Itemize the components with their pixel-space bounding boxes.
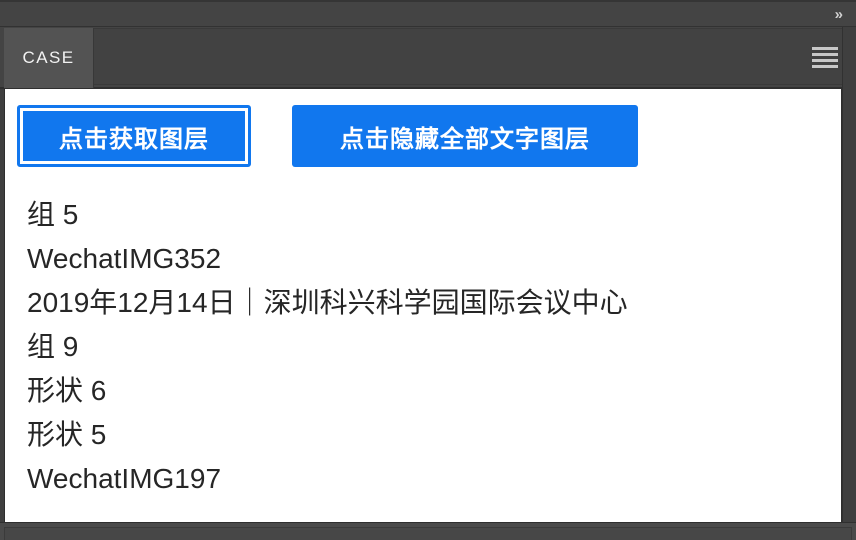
bottom-bar-inner [4,527,852,540]
tab-case[interactable]: CASE [4,28,94,88]
hamburger-line [812,52,838,56]
hamburger-line [812,58,838,62]
panel-content-area: 点击获取图层 点击隐藏全部文字图层 组 5 WechatIMG352 2019年… [4,89,842,522]
tab-case-label: CASE [22,48,75,67]
panel-right-gutter [842,27,856,522]
collapse-panel-chevrons-icon[interactable]: » [835,5,843,24]
list-item[interactable]: WechatIMG197 [5,457,841,501]
list-item[interactable]: 组 9 [5,325,841,369]
layer-name-list: 组 5 WechatIMG352 2019年12月14日｜深圳科兴科学园国际会议… [5,193,841,501]
list-item[interactable]: 组 5 [5,193,841,237]
get-layers-button[interactable]: 点击获取图层 [17,105,251,167]
hamburger-menu-icon[interactable] [810,43,840,71]
panel-bottom-bar [0,522,856,540]
list-item[interactable]: 形状 5 [5,413,841,457]
extension-panel-window: » CASE 点击获取图层 点击隐藏全部文字图层 组 5 WechatIMG35… [0,0,856,540]
list-item[interactable]: 形状 6 [5,369,841,413]
panel-tab-bar: CASE [0,27,856,89]
action-button-row: 点击获取图层 点击隐藏全部文字图层 [5,101,841,173]
hamburger-line [812,46,838,50]
panel-collapse-bar: » [0,0,856,27]
hide-all-text-layers-button[interactable]: 点击隐藏全部文字图层 [292,105,638,167]
list-item[interactable]: WechatIMG352 [5,237,841,281]
hamburger-line [812,64,838,68]
tab-bar-inner [4,28,852,85]
list-item[interactable]: 2019年12月14日｜深圳科兴科学园国际会议中心 [5,281,841,325]
